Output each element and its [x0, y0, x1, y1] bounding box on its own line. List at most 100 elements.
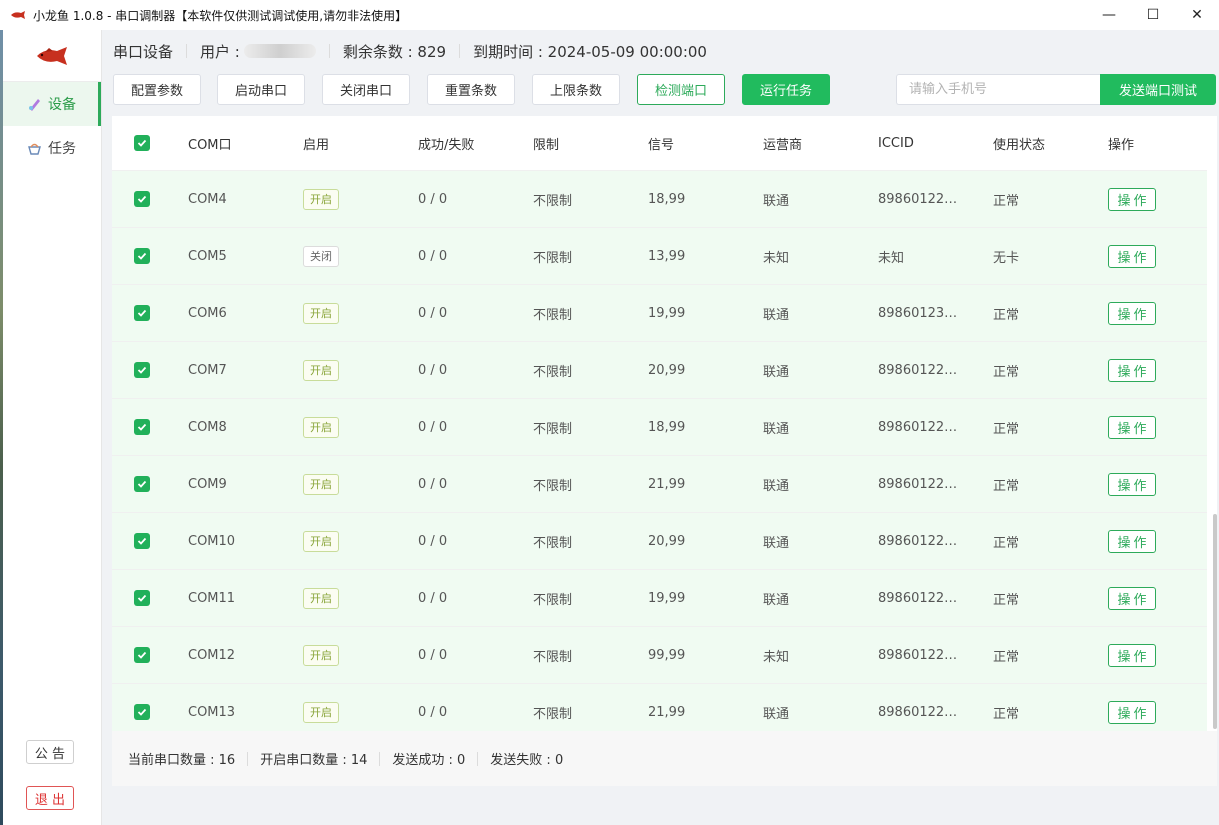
run-task-button[interactable]: 运行任务	[742, 74, 830, 105]
maximize-button[interactable]: ☐	[1131, 0, 1175, 30]
fish-logo-icon	[11, 11, 25, 19]
operate-button[interactable]: 操作	[1108, 472, 1156, 496]
table-row[interactable]: COM13 开启 0 / 0 不限制 21,99 联通 89860122… 正常 操作	[112, 684, 1207, 731]
row-checkbox[interactable]	[134, 285, 150, 341]
send-fail-count: 发送失败 : 0	[490, 753, 564, 768]
table-scrollbar[interactable]	[1213, 514, 1217, 729]
row-checkbox[interactable]	[134, 399, 150, 455]
notice-button[interactable]: 公 告	[26, 740, 74, 764]
operate-button[interactable]: 操作	[1108, 358, 1156, 382]
table-row[interactable]: COM8 开启 0 / 0 不限制 18,99 联通 89860122… 正常 操作	[112, 399, 1207, 456]
reset-count-button[interactable]: 重置条数	[427, 74, 515, 105]
operate-button[interactable]: 操作	[1108, 529, 1156, 553]
operate-button[interactable]: 操作	[1108, 244, 1156, 268]
close-button[interactable]: ✕	[1175, 0, 1219, 30]
port-cell: COM8	[188, 419, 227, 435]
status-cell: 正常	[993, 706, 1020, 722]
operate-button[interactable]: 操作	[1108, 415, 1156, 439]
signal-cell: 99,99	[648, 647, 686, 663]
config-params-button[interactable]: 配置参数	[113, 74, 201, 105]
limit-count-button[interactable]: 上限条数	[532, 74, 620, 105]
sidebar: 设备 任务 公 告 退 出	[3, 30, 102, 825]
check-icon	[134, 647, 150, 663]
limit-cell: 不限制	[533, 649, 573, 665]
divider	[459, 44, 461, 58]
limit-cell: 不限制	[533, 478, 573, 494]
result-cell: 0 / 0	[418, 419, 448, 435]
send-port-test-button[interactable]: 发送端口测试	[1100, 74, 1216, 105]
port-cell: COM4	[188, 191, 227, 207]
port-cell: COM12	[188, 647, 236, 663]
enabled-tag: 关闭	[303, 245, 339, 267]
table-row[interactable]: COM4 开启 0 / 0 不限制 18,99 联通 89860122… 正常 操作	[112, 171, 1207, 228]
carrier-cell: 联通	[763, 307, 790, 323]
signal-cell: 19,99	[648, 590, 686, 606]
close-port-button[interactable]: 关闭串口	[322, 74, 410, 105]
iccid-cell: 89860122…	[878, 647, 958, 663]
row-checkbox[interactable]	[134, 684, 150, 731]
row-checkbox[interactable]	[134, 456, 150, 512]
table-row[interactable]: COM7 开启 0 / 0 不限制 20,99 联通 89860122… 正常 操作	[112, 342, 1207, 399]
header-iccid: ICCID	[878, 135, 914, 151]
check-icon	[134, 533, 150, 549]
limit-cell: 不限制	[533, 706, 573, 722]
detect-port-button[interactable]: 检测端口	[637, 74, 725, 105]
enabled-cell: 开启	[303, 513, 339, 569]
iccid-cell: 89860122…	[878, 590, 958, 606]
select-all-checkbox[interactable]	[134, 116, 150, 170]
limit-cell: 不限制	[533, 364, 573, 380]
carrier-cell: 未知	[763, 250, 790, 266]
check-icon	[134, 590, 150, 606]
table-row[interactable]: COM5 关闭 0 / 0 不限制 13,99 未知 未知 无卡 操作	[112, 228, 1207, 285]
port-cell: COM11	[188, 590, 236, 606]
operate-button[interactable]: 操作	[1108, 301, 1156, 325]
result-cell: 0 / 0	[418, 590, 448, 606]
operate-button[interactable]: 操作	[1108, 700, 1156, 724]
row-checkbox[interactable]	[134, 342, 150, 398]
action-cell: 操作	[1108, 684, 1156, 731]
row-checkbox[interactable]	[134, 570, 150, 626]
table-row[interactable]: COM12 开启 0 / 0 不限制 99,99 未知 89860122… 正常 操作	[112, 627, 1207, 684]
header-carrier: 运营商	[763, 137, 803, 153]
enabled-cell: 关闭	[303, 228, 339, 284]
enabled-tag: 开启	[303, 416, 339, 438]
start-port-button[interactable]: 启动串口	[217, 74, 305, 105]
carrier-cell: 联通	[763, 706, 790, 722]
row-checkbox[interactable]	[134, 513, 150, 569]
port-count: 当前串口数量 : 16	[128, 753, 236, 768]
operate-button[interactable]: 操作	[1108, 643, 1156, 667]
signal-cell: 21,99	[648, 476, 686, 492]
port-cell: COM7	[188, 362, 227, 378]
operate-button[interactable]: 操作	[1108, 586, 1156, 610]
table-row[interactable]: COM9 开启 0 / 0 不限制 21,99 联通 89860122… 正常 操作	[112, 456, 1207, 513]
row-checkbox[interactable]	[134, 228, 150, 284]
check-icon	[134, 362, 150, 378]
header-action: 操作	[1108, 137, 1135, 153]
result-cell: 0 / 0	[418, 248, 448, 264]
table-row[interactable]: COM6 开启 0 / 0 不限制 19,99 联通 89860123… 正常 操作	[112, 285, 1207, 342]
minimize-button[interactable]: —	[1087, 0, 1131, 30]
table-row[interactable]: COM10 开启 0 / 0 不限制 20,99 联通 89860122… 正常 操作	[112, 513, 1207, 570]
enabled-tag: 开启	[303, 530, 339, 552]
window-title: 小龙鱼 1.0.8 - 串口调制器【本软件仅供测试调试使用,请勿非法使用】	[33, 8, 408, 23]
action-cell: 操作	[1108, 627, 1156, 683]
task-icon	[27, 141, 42, 156]
operate-button[interactable]: 操作	[1108, 187, 1156, 211]
port-cell: COM5	[188, 248, 227, 264]
send-success-count: 发送成功 : 0	[392, 753, 466, 768]
header-status: 使用状态	[993, 137, 1046, 153]
result-cell: 0 / 0	[418, 533, 448, 549]
phone-input[interactable]	[896, 74, 1101, 105]
status-cell: 正常	[993, 478, 1020, 494]
limit-cell: 不限制	[533, 250, 573, 266]
sidebar-item-task[interactable]: 任务	[3, 126, 101, 170]
row-checkbox[interactable]	[134, 171, 150, 227]
status-cell: 正常	[993, 592, 1020, 608]
table-row[interactable]: COM11 开启 0 / 0 不限制 19,99 联通 89860122… 正常 操作	[112, 570, 1207, 627]
row-checkbox[interactable]	[134, 627, 150, 683]
divider	[247, 751, 249, 766]
sidebar-item-device[interactable]: 设备	[3, 82, 101, 126]
exit-button[interactable]: 退 出	[26, 786, 74, 810]
sidebar-logo	[3, 30, 101, 82]
iccid-cell: 89860122…	[878, 533, 958, 549]
